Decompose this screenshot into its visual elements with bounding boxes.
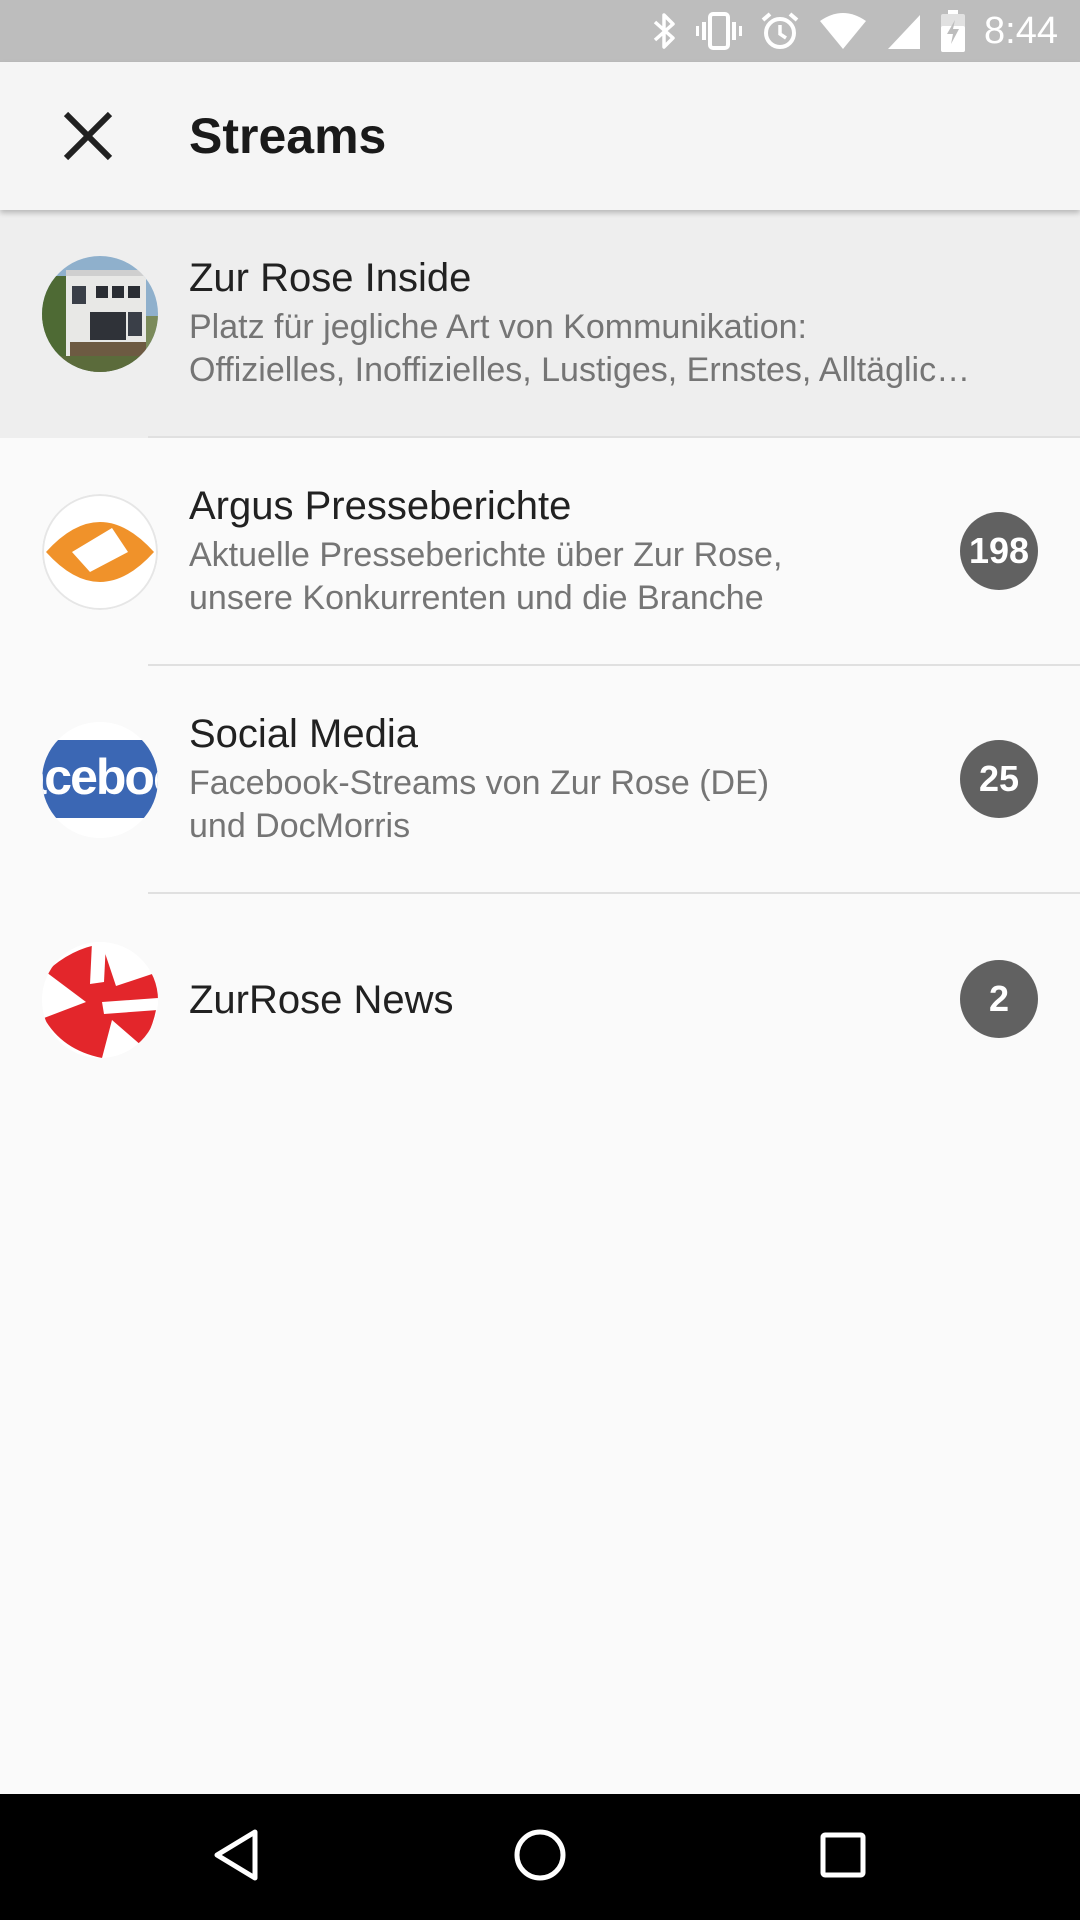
avatar-argus-logo [42, 494, 158, 610]
status-icons [652, 10, 966, 52]
stream-title: Argus Presseberichte [189, 484, 572, 528]
unread-count-badge: 2 [960, 960, 1038, 1038]
stream-text: ZurRose News [189, 974, 1040, 1026]
stream-description-line: Aktuelle Presseberichte über Zur Rose, [189, 536, 783, 574]
close-icon [62, 110, 114, 167]
home-icon [513, 1828, 567, 1887]
vibrate-icon [696, 11, 743, 51]
battery-charging-icon [940, 10, 966, 52]
stream-title: Social Media [189, 712, 419, 756]
stream-description: Facebook-Streams von Zur Rose (DE) und D… [189, 762, 930, 848]
unread-count-badge: 25 [960, 740, 1038, 818]
unread-count-badge: 198 [960, 512, 1038, 590]
facebook-logo-text: aceboo [42, 749, 158, 805]
stream-text: Zur Rose Inside Platz für jegliche Art v… [189, 252, 1040, 392]
stream-item-argus-presseberichte[interactable]: Argus Presseberichte Aktuelle Presseberi… [0, 438, 1080, 666]
navigation-bar [0, 1794, 1080, 1920]
stream-description-line: und DocMorris [189, 807, 411, 845]
stream-list: Zur Rose Inside Platz für jegliche Art v… [0, 210, 1080, 1100]
stream-description-line: Facebook-Streams von Zur Rose (DE) [189, 764, 770, 802]
stream-text: Argus Presseberichte Aktuelle Presseberi… [189, 480, 1040, 620]
recents-button[interactable] [788, 1812, 898, 1902]
alarm-icon [760, 11, 800, 51]
avatar-building-photo [42, 256, 158, 372]
stream-item-zurrose-news[interactable]: ZurRose News 2 [0, 894, 1080, 1100]
app-bar: Streams [0, 62, 1080, 210]
stream-description-line: Offizielles, Inoffizielles, Lustiges, Er… [189, 351, 971, 389]
status-bar: 8:44 [0, 0, 1080, 62]
screen: 8:44 Streams Zur Rose Inside Platz für j… [0, 0, 1080, 1920]
avatar-zurrose-logo [42, 942, 158, 1058]
signal-icon [886, 11, 922, 51]
stream-title: Zur Rose Inside [189, 256, 472, 300]
recents-icon [819, 1831, 867, 1884]
back-button[interactable] [181, 1812, 291, 1902]
stream-description-line: unsere Konkurrenten und die Branche [189, 579, 764, 617]
stream-description: Platz für jegliche Art von Kommunikation… [189, 306, 1040, 392]
close-button[interactable] [38, 88, 138, 188]
bluetooth-icon [652, 11, 678, 51]
avatar-facebook-logo: aceboo [42, 722, 158, 838]
wifi-icon [818, 11, 868, 51]
stream-title: ZurRose News [189, 978, 454, 1022]
back-icon [211, 1828, 261, 1887]
status-time: 8:44 [984, 9, 1058, 52]
page-title: Streams [189, 108, 387, 164]
stream-item-social-media[interactable]: aceboo Social Media Facebook-Streams von… [0, 666, 1080, 894]
stream-text: Social Media Facebook-Streams von Zur Ro… [189, 708, 1040, 848]
home-button[interactable] [485, 1812, 595, 1902]
stream-description-line: Platz für jegliche Art von Kommunikation… [189, 308, 807, 346]
stream-item-zur-rose-inside[interactable]: Zur Rose Inside Platz für jegliche Art v… [0, 210, 1080, 438]
stream-description: Aktuelle Presseberichte über Zur Rose, u… [189, 534, 930, 620]
